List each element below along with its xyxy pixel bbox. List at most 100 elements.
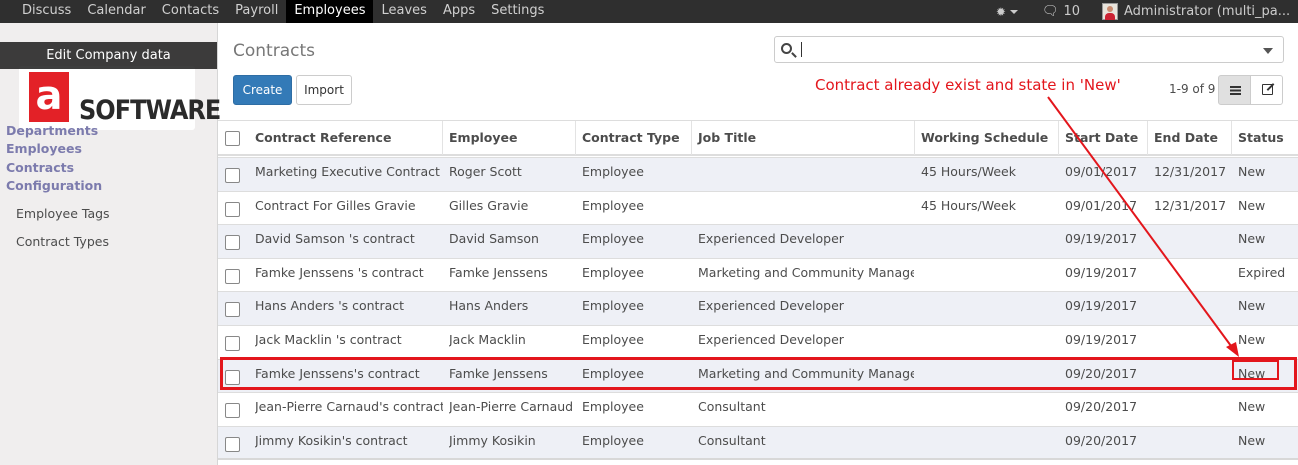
employee-cell: Roger Scott [449,164,522,179]
company-logo: a SOFTWARE [19,66,221,130]
working-schedule-cell [921,225,1059,258]
import-button[interactable]: Import [296,75,352,105]
column-header-working-schedule[interactable]: Working Schedule [915,121,1059,155]
row-checkbox[interactable] [225,168,240,183]
working-schedule-cell [921,360,1059,393]
contract-type-cell: Employee [582,164,644,179]
sidebar-item-contracts[interactable]: Contracts [6,160,74,175]
contract-type-cell: Employee [582,432,644,448]
menu-leaves[interactable]: Leaves [373,0,434,23]
working-schedule-cell: 45 Hours/Week [921,164,1016,179]
annotation-text: Contract already exist and state in 'New… [815,76,1121,94]
working-schedule-cell [921,326,1059,359]
menu-calendar[interactable]: Calendar [79,0,153,23]
table-row[interactable]: Famke Jenssens 's contract Famke Jenssens… [218,257,1298,292]
status-cell: Expired [1238,264,1286,280]
sidebar-item-configuration[interactable]: Configuration [6,178,102,193]
row-checkbox[interactable] [225,235,240,251]
pager-value[interactable]: 1-9 of 9 [1169,82,1215,96]
table-row[interactable]: Hans Anders 's contract Hans Anders Employ… [218,291,1298,326]
menu-settings[interactable]: Settings [483,0,552,23]
status-cell: New [1238,432,1266,448]
systray: ✹ 🗨 10 Administrator (multi_pa... [996,0,1298,23]
status-cell: New [1238,164,1266,179]
column-header-employee[interactable]: Employee [443,121,576,155]
avatar [1102,3,1118,20]
menu-apps[interactable]: Apps [435,0,483,23]
select-all-checkbox[interactable] [225,131,240,146]
sidebar-item-employees[interactable]: Employees [6,141,82,156]
job-title-cell: Consultant [698,399,766,415]
employee-cell: Jack Macklin [449,332,526,347]
menu-contacts[interactable]: Contacts [154,0,227,23]
search-options-toggle[interactable] [1263,48,1273,54]
row-checkbox[interactable] [225,403,240,419]
contract-type-cell: Employee [582,298,644,314]
working-schedule-cell [921,259,1059,292]
menu-employees[interactable]: Employees [286,0,374,23]
working-schedule-cell [921,393,1059,426]
sidebar-item-employee-tags[interactable]: Employee Tags [16,206,110,221]
start-date-cell: 09/20/2017 [1065,399,1138,415]
table-header: Contract Reference Employee Contract Typ… [218,120,1298,156]
text-cursor [801,42,802,57]
list-icon [1230,86,1241,95]
search-input[interactable] [774,36,1284,63]
breadcrumb: Contracts [233,41,315,61]
search-icon [781,43,792,54]
start-date-cell: 09/01/2017 [1065,197,1138,213]
menu-discuss[interactable]: Discuss [14,0,79,23]
table-row[interactable]: David Samson 's contract David Samson Empl… [218,224,1298,259]
sidebar-item-contract-types[interactable]: Contract Types [16,234,109,249]
debug-menu[interactable]: ✹ [996,5,1018,19]
row-checkbox[interactable] [225,369,240,385]
column-header-status[interactable]: Status [1232,121,1298,155]
row-checkbox[interactable] [225,336,240,351]
status-cell: New [1238,365,1266,381]
contract-reference-cell: Jack Macklin 's contract [255,332,402,347]
table-row[interactable]: Jimmy Kosikin's contract Jimmy Kosikin Emp… [218,425,1298,460]
start-date-cell: 09/19/2017 [1065,264,1138,280]
bug-icon: ✹ [995,4,1006,19]
message-count: 10 [1063,4,1080,19]
contract-reference-cell: Famke Jenssens's contract [255,365,420,381]
end-date-cell [1154,427,1232,460]
employee-cell: Jimmy Kosikin [449,432,536,448]
form-view-button[interactable] [1250,75,1283,105]
working-schedule-cell [921,427,1059,460]
job-title-cell: Experienced Developer [698,231,844,247]
table-row[interactable]: Contract For Gilles Gravie Gilles Gravie E… [218,190,1298,225]
contract-type-cell: Employee [582,399,644,415]
row-checkbox[interactable] [225,302,240,318]
edit-company-button[interactable]: Edit Company data [0,42,217,69]
table-row[interactable]: Famke Jenssens's contract Famke Jenssens E… [218,358,1298,393]
table-row[interactable]: Jean-Pierre Carnaud's contract Jean-Pierr… [218,392,1298,427]
menu-payroll[interactable]: Payroll [227,0,286,23]
row-checkbox[interactable] [225,268,240,284]
user-menu[interactable]: Administrator (multi_pa... [1102,3,1298,20]
row-checkbox[interactable] [225,201,240,217]
end-date-cell [1154,360,1232,393]
contract-type-cell: Employee [582,332,644,347]
list-view-button[interactable] [1218,75,1251,105]
start-date-cell: 09/20/2017 [1065,365,1138,381]
contract-reference-cell: Jimmy Kosikin's contract [255,432,408,448]
row-checkbox[interactable] [225,436,240,452]
column-header-start-date[interactable]: Start Date [1059,121,1148,155]
contract-reference-cell: David Samson 's contract [255,231,415,247]
sidebar-item-departments[interactable]: Departments [6,123,98,138]
contract-type-cell: Employee [582,264,644,280]
job-title-cell: Consultant [698,432,766,448]
table-row[interactable]: Marketing Executive Contract Roger Scott E… [218,157,1298,191]
column-header-contract-reference[interactable]: Contract Reference [248,121,443,155]
column-header-contract-type[interactable]: Contract Type [576,121,692,155]
table-row[interactable]: Jack Macklin 's contract Jack Macklin Empl… [218,325,1298,359]
messages-button[interactable]: 🗨 10 [1042,4,1080,19]
create-button[interactable]: Create [233,75,292,105]
status-cell: New [1238,399,1266,415]
start-date-cell: 09/19/2017 [1065,332,1138,347]
column-header-end-date[interactable]: End Date [1148,121,1232,155]
contract-type-cell: Employee [582,365,644,381]
column-header-job-title[interactable]: Job Title [692,121,915,155]
end-date-cell [1154,326,1232,359]
